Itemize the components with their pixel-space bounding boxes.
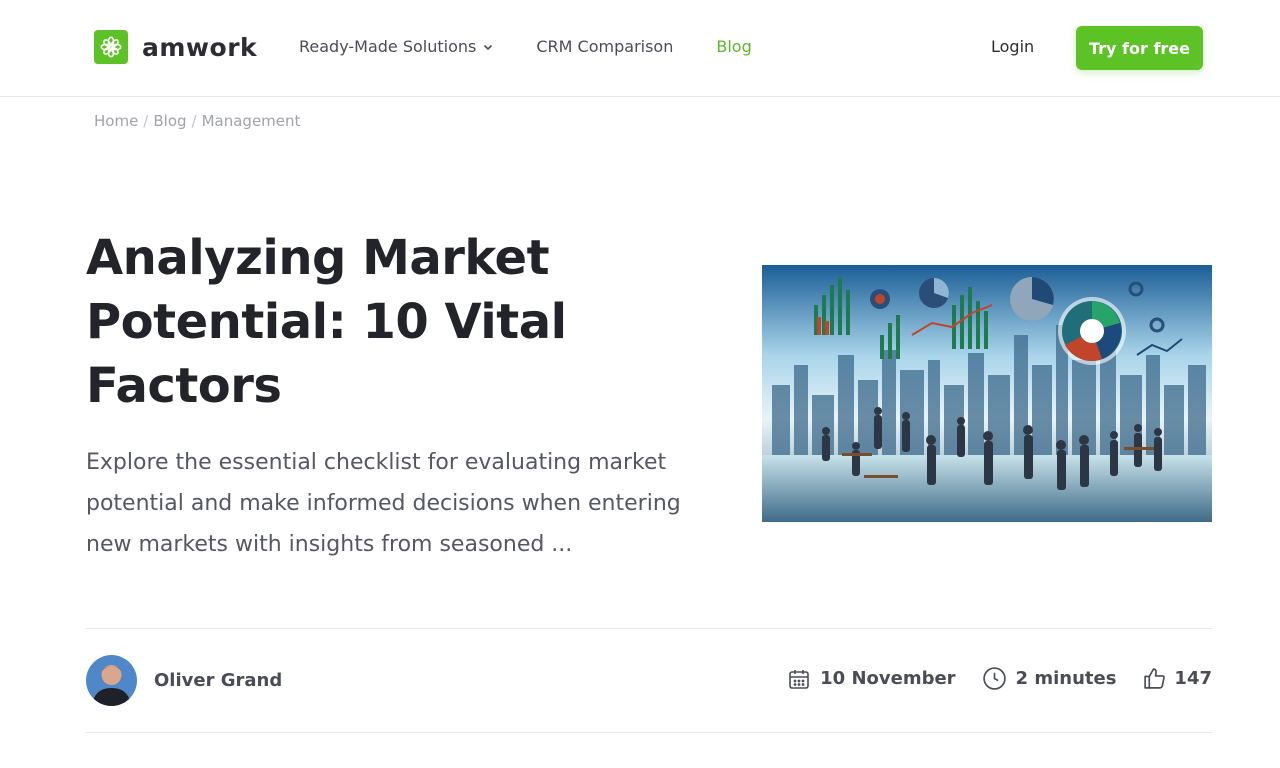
main-nav: Ready-Made Solutions CRM Comparison Blog bbox=[299, 37, 752, 56]
like-count: 147 bbox=[1174, 668, 1212, 689]
article-excerpt: Explore the essential checklist for eval… bbox=[86, 450, 681, 557]
article-title: Analyzing Market Potential: 10 Vital Fac… bbox=[86, 230, 567, 414]
breadcrumb-separator: / bbox=[143, 112, 149, 130]
meta-divider-top bbox=[86, 628, 1212, 629]
logo-text: amwork bbox=[142, 32, 258, 62]
nav-ready-made-solutions[interactable]: Ready-Made Solutions bbox=[299, 37, 494, 56]
thumbs-up-icon bbox=[1144, 668, 1166, 689]
read-time: 2 minutes bbox=[982, 666, 1117, 691]
breadcrumb-separator: / bbox=[191, 112, 197, 130]
calendar-icon bbox=[789, 669, 809, 689]
publish-date: 10 November bbox=[787, 667, 956, 691]
like-button[interactable]: 147 bbox=[1142, 666, 1212, 691]
author[interactable]: Oliver Grand bbox=[86, 655, 282, 706]
logo-flower-icon bbox=[94, 30, 128, 64]
publish-date-text: 10 November bbox=[820, 668, 956, 689]
article-hero-image bbox=[762, 265, 1212, 522]
breadcrumb-management[interactable]: Management bbox=[202, 112, 301, 130]
site-header: amwork Ready-Made Solutions CRM Comparis… bbox=[0, 0, 1280, 97]
login-link[interactable]: Login bbox=[991, 37, 1034, 56]
article-meta: 10 November 2 minutes 147 bbox=[787, 666, 1212, 691]
author-name: Oliver Grand bbox=[154, 670, 283, 691]
nav-crm-comparison[interactable]: CRM Comparison bbox=[536, 37, 673, 56]
logo[interactable]: amwork bbox=[94, 30, 257, 64]
breadcrumb: Home / Blog / Management bbox=[94, 112, 300, 130]
read-time-text: 2 minutes bbox=[1015, 668, 1117, 689]
breadcrumb-home[interactable]: Home bbox=[94, 112, 138, 130]
nav-ready-made-solutions-label: Ready-Made Solutions bbox=[299, 37, 477, 56]
meta-divider-bottom bbox=[86, 732, 1212, 733]
nav-blog[interactable]: Blog bbox=[716, 37, 751, 56]
avatar bbox=[86, 655, 137, 706]
clock-icon bbox=[982, 667, 1006, 690]
breadcrumb-blog[interactable]: Blog bbox=[153, 112, 186, 130]
chevron-down-icon bbox=[484, 44, 493, 50]
try-for-free-button[interactable]: Try for free bbox=[1076, 26, 1203, 70]
